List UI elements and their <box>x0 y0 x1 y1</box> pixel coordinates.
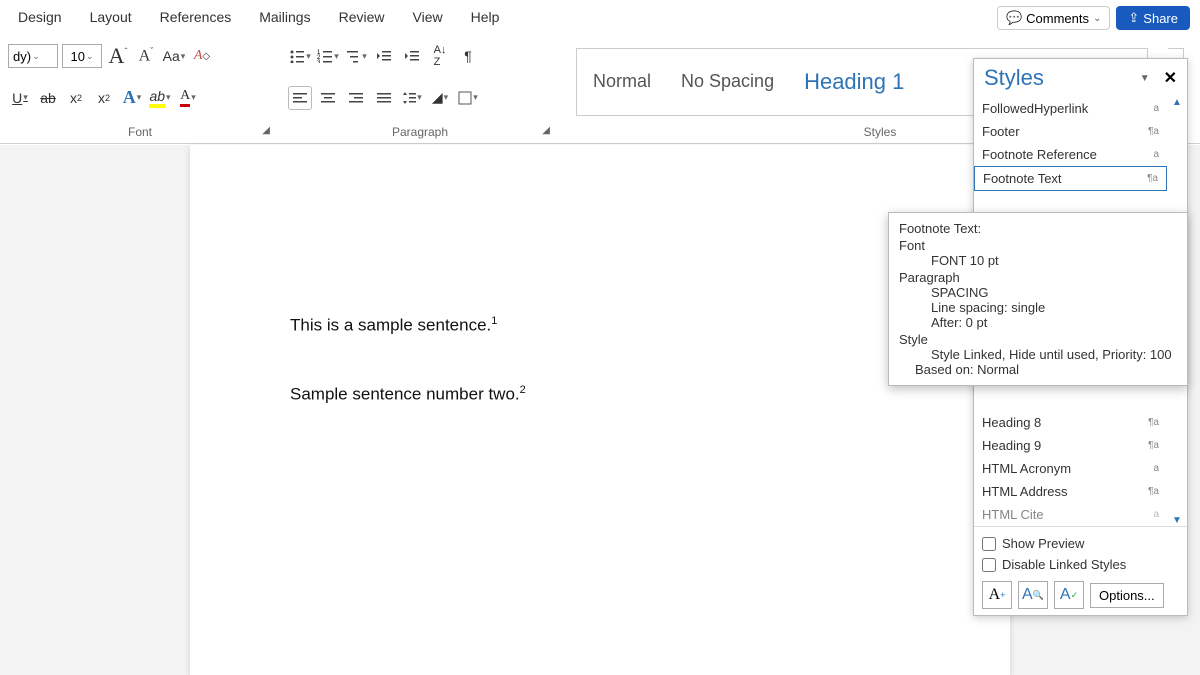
tooltip-title: Footnote Text: <box>899 221 1177 236</box>
tooltip-based: Based on: Normal <box>899 362 1177 377</box>
tab-design[interactable]: Design <box>4 3 76 31</box>
paragraph-1[interactable]: This is a sample sentence.1 <box>290 315 910 336</box>
style-inspector-button[interactable]: A🔍 <box>1018 581 1048 609</box>
tooltip-font-value: FONT 10 pt <box>899 253 1177 268</box>
shading-button[interactable]: ◢▾ <box>428 86 452 110</box>
comments-button[interactable]: 💬 Comments ⌄ <box>997 6 1110 30</box>
borders-button[interactable]: ▾ <box>456 86 480 110</box>
tooltip-spacing: SPACING <box>899 285 1177 300</box>
decrease-indent-button[interactable] <box>372 44 396 68</box>
style-item-footnote-reference[interactable]: Footnote Referencea <box>974 143 1167 166</box>
justify-button[interactable] <box>372 86 396 110</box>
text-effects-button[interactable]: A▾ <box>120 86 144 110</box>
font-size-input[interactable]: 10⌄ <box>62 44 102 68</box>
chevron-down-icon: ⌄ <box>1093 13 1101 24</box>
style-item-heading9[interactable]: Heading 9¶a <box>974 434 1167 457</box>
style-item-html-address[interactable]: HTML Address¶a <box>974 480 1167 503</box>
tooltip-font-label: Font <box>899 238 1177 253</box>
strikethrough-button[interactable]: ab <box>36 86 60 110</box>
style-item-footer[interactable]: Footer¶a <box>974 120 1167 143</box>
subscript-button[interactable]: x2 <box>64 86 88 110</box>
document-page[interactable]: This is a sample sentence.1 Sample sente… <box>190 145 1010 675</box>
superscript-button[interactable]: x2 <box>92 86 116 110</box>
new-style-button[interactable]: A+ <box>982 581 1012 609</box>
share-button[interactable]: ⇪ Share <box>1116 6 1190 30</box>
footnote-ref-2: 2 <box>520 384 526 396</box>
line-spacing-button[interactable]: ▾ <box>400 86 424 110</box>
styles-pane-footer: Show Preview Disable Linked Styles A+ A🔍… <box>974 526 1187 615</box>
font-color-button[interactable]: A▾ <box>176 86 200 110</box>
tooltip-after: After: 0 pt <box>899 315 1177 330</box>
style-tooltip: Footnote Text: Font FONT 10 pt Paragraph… <box>888 212 1188 386</box>
pane-close-button[interactable]: ✕ <box>1164 68 1177 88</box>
style-item-followedhyperlink[interactable]: FollowedHyperlinka <box>974 97 1167 120</box>
align-left-button[interactable] <box>288 86 312 110</box>
manage-styles-button[interactable]: A✓ <box>1054 581 1084 609</box>
style-heading1[interactable]: Heading 1 <box>804 69 904 95</box>
paragraph-group-label: Paragraph◢ <box>288 123 552 141</box>
tooltip-linespacing: Line spacing: single <box>899 300 1177 315</box>
style-item-footnote-text[interactable]: Footnote Text¶a▼ <box>974 166 1167 191</box>
change-case-button[interactable]: Aa▾ <box>162 44 186 68</box>
comments-label: Comments <box>1026 11 1089 26</box>
font-group: dy)⌄ 10⌄ Aˆ Aˇ Aa▾ A◇ U▾ ab x2 x2 A▾ ab▾… <box>0 34 280 143</box>
underline-button[interactable]: U▾ <box>8 86 32 110</box>
styles-options-button[interactable]: Options... <box>1090 583 1164 608</box>
show-marks-button[interactable]: ¶ <box>456 44 480 68</box>
numbering-button[interactable]: 123▾ <box>316 44 340 68</box>
pane-dropdown-icon[interactable]: ▼ <box>1140 73 1150 84</box>
increase-indent-button[interactable] <box>400 44 424 68</box>
styles-pane-title: Styles <box>984 65 1044 91</box>
font-group-label: Font◢ <box>8 123 272 141</box>
highlight-button[interactable]: ab▾ <box>148 86 172 110</box>
tab-view[interactable]: View <box>399 3 457 31</box>
comment-icon: 💬 <box>1006 10 1022 26</box>
tab-layout[interactable]: Layout <box>76 3 146 31</box>
scroll-down-icon[interactable]: ▼ <box>1172 515 1182 526</box>
tooltip-style-label: Style <box>899 332 1177 347</box>
style-normal[interactable]: Normal <box>593 71 651 92</box>
sort-button[interactable]: A↓Z <box>428 44 452 68</box>
disable-linked-checkbox[interactable]: Disable Linked Styles <box>982 554 1179 575</box>
style-item-html-acronym[interactable]: HTML Acronyma <box>974 457 1167 480</box>
align-right-button[interactable] <box>344 86 368 110</box>
share-label: Share <box>1143 11 1178 26</box>
align-center-button[interactable] <box>316 86 340 110</box>
style-item-heading8[interactable]: Heading 8¶a <box>974 411 1167 434</box>
top-right-actions: 💬 Comments ⌄ ⇪ Share <box>997 6 1190 30</box>
style-nospacing[interactable]: No Spacing <box>681 71 774 92</box>
tab-help[interactable]: Help <box>457 3 514 31</box>
multilevel-button[interactable]: ▾ <box>344 44 368 68</box>
tooltip-para-label: Paragraph <box>899 270 1177 285</box>
tooltip-style-value: Style Linked, Hide until used, Priority:… <box>899 347 1177 362</box>
paragraph-dialog-launcher[interactable]: ◢ <box>542 125 550 136</box>
style-item-html-cite[interactable]: HTML Citea <box>974 503 1167 526</box>
tab-references[interactable]: References <box>146 3 246 31</box>
footnote-ref-1: 1 <box>491 315 497 327</box>
svg-text:3: 3 <box>317 60 321 63</box>
grow-font-button[interactable]: Aˆ <box>106 44 130 68</box>
scroll-up-icon[interactable]: ▲ <box>1172 97 1182 108</box>
font-name-input[interactable]: dy)⌄ <box>8 44 58 68</box>
clear-format-button[interactable]: A◇ <box>190 44 214 68</box>
share-icon: ⇪ <box>1128 10 1139 26</box>
tab-review[interactable]: Review <box>325 3 399 31</box>
show-preview-checkbox[interactable]: Show Preview <box>982 533 1179 554</box>
paragraph-2[interactable]: Sample sentence number two.2 <box>290 384 910 405</box>
shrink-font-button[interactable]: Aˇ <box>134 44 158 68</box>
bullets-button[interactable]: ▾ <box>288 44 312 68</box>
tab-mailings[interactable]: Mailings <box>245 3 324 31</box>
paragraph-group: ▾ 123▾ ▾ A↓Z ¶ ▾ ◢▾ ▾ Para <box>280 34 560 143</box>
font-dialog-launcher[interactable]: ◢ <box>262 125 270 136</box>
